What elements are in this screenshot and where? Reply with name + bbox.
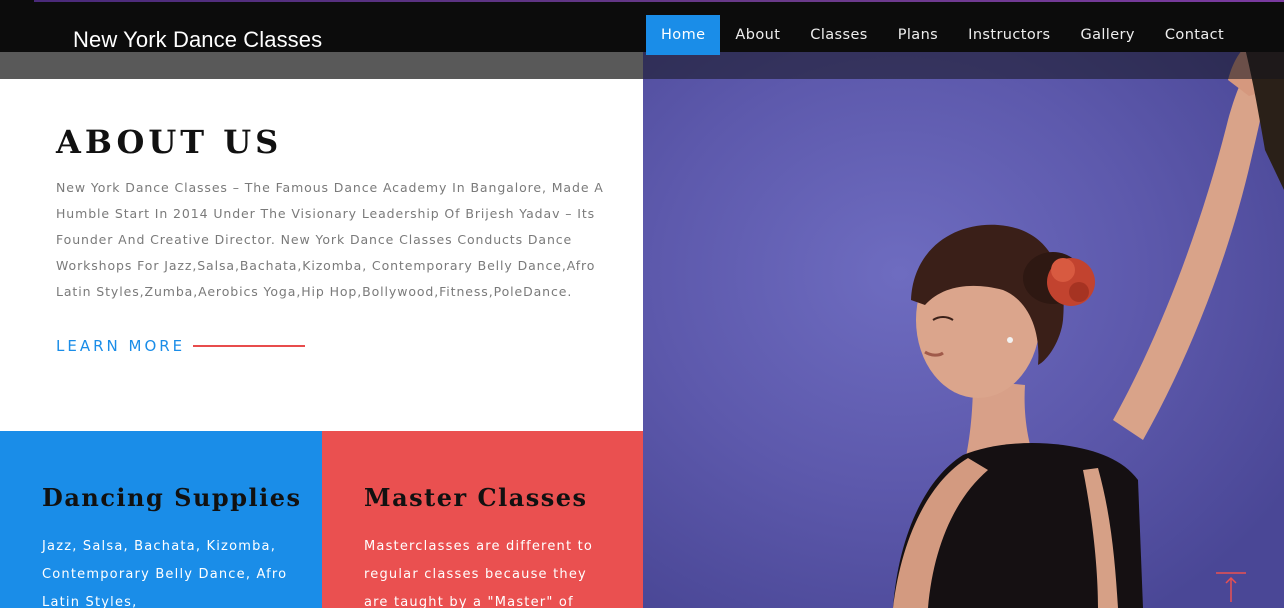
learn-more-label[interactable]: LEARN MORE	[56, 337, 185, 355]
master-classes-card: Master Classes Masterclasses are differe…	[322, 431, 643, 608]
about-title: ABOUT US	[56, 123, 283, 161]
nav-classes[interactable]: Classes	[795, 15, 882, 55]
learn-more-link[interactable]: LEARN MORE	[56, 337, 306, 355]
page: New York Dance Classes Home About Classe…	[0, 0, 1284, 608]
nav-instructors[interactable]: Instructors	[953, 15, 1065, 55]
nav-home[interactable]: Home	[646, 15, 721, 55]
navbar-accent-line	[34, 0, 1284, 2]
nav-about[interactable]: About	[720, 15, 795, 55]
scroll-to-top-button[interactable]	[1214, 570, 1248, 604]
site-brand-link[interactable]: New York Dance Classes	[73, 27, 322, 53]
dancing-supplies-card: Dancing Supplies Jazz, Salsa, Bachata, K…	[0, 431, 322, 608]
learn-more-underline	[193, 345, 306, 347]
arrow-up-icon	[1216, 572, 1246, 602]
navbar-shadow-strip	[0, 52, 643, 79]
hero-dancer-photo	[643, 0, 1284, 608]
card-title: Dancing Supplies	[42, 483, 302, 512]
nav-contact[interactable]: Contact	[1150, 15, 1239, 55]
about-section: ABOUT US New York Dance Classes – The Fa…	[0, 79, 643, 431]
card-text: Jazz, Salsa, Bachata, Kizomba, Contempor…	[42, 539, 288, 608]
main-nav: Home About Classes Plans Instructors Gal…	[646, 15, 1239, 55]
card-text: Masterclasses are different to regular c…	[364, 539, 594, 608]
nav-plans[interactable]: Plans	[883, 15, 953, 55]
nav-gallery[interactable]: Gallery	[1065, 15, 1149, 55]
navbar-shadow-strip-right	[643, 52, 1284, 79]
about-description: New York Dance Classes – The Famous Danc…	[56, 180, 604, 299]
dancer-illustration	[893, 0, 1284, 608]
card-title: Master Classes	[364, 483, 588, 512]
